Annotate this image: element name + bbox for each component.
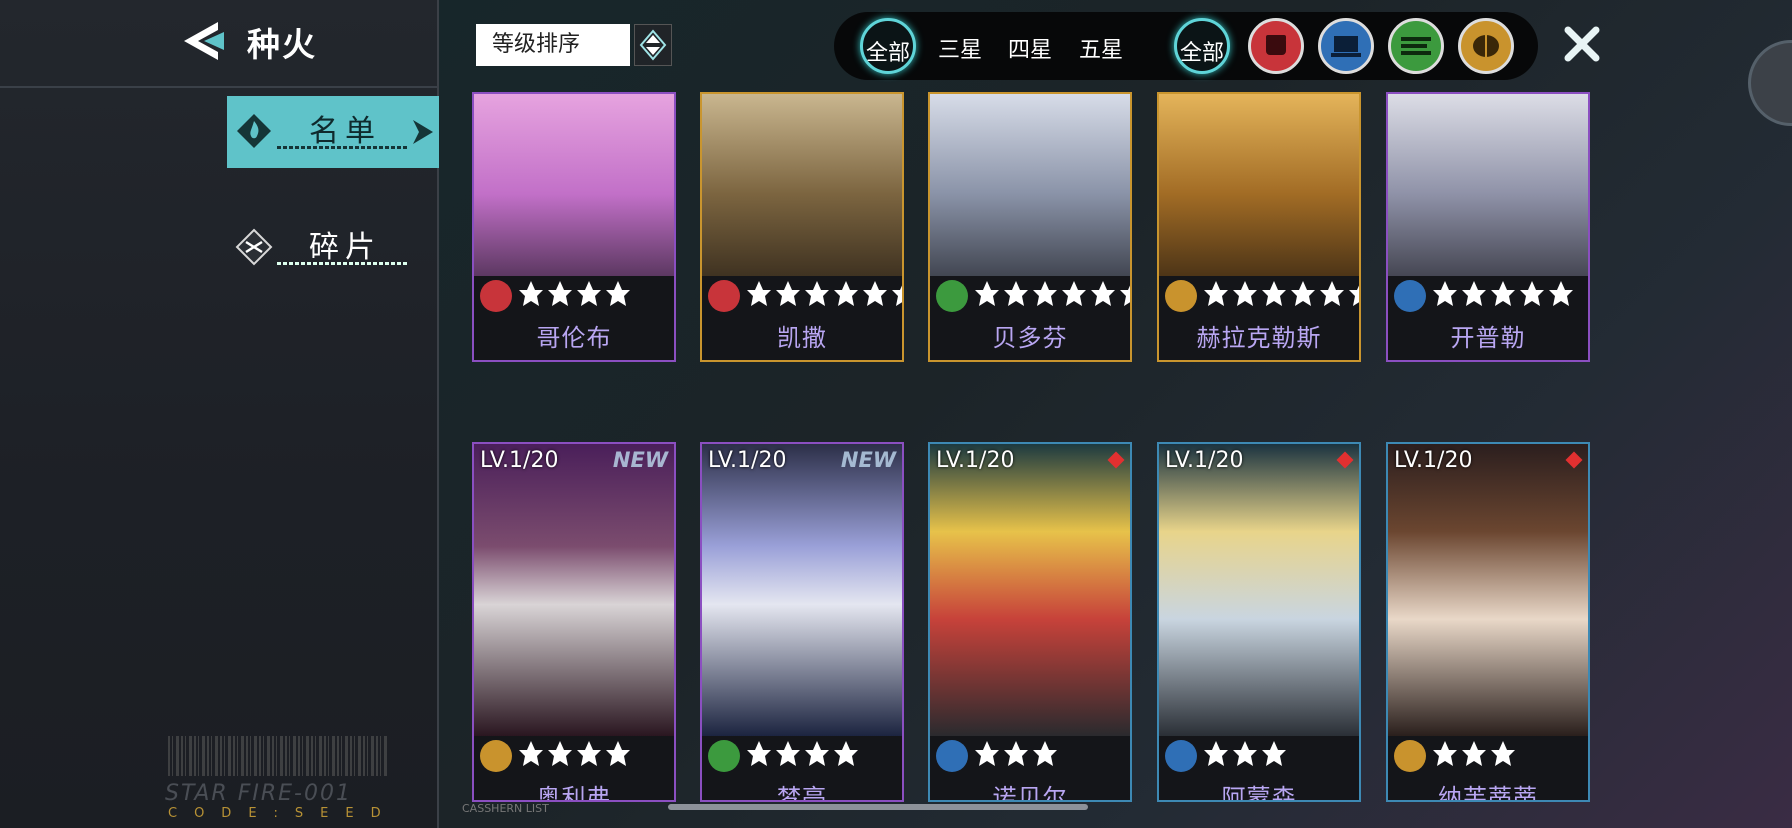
character-card[interactable]: LV.1/20 诺贝尔 [928, 442, 1132, 802]
sort-dropdown[interactable]: 等级排序 [476, 24, 630, 66]
character-card[interactable]: 哥伦布 [472, 92, 676, 362]
filter-bar: 全部 三星 四星 五星 全部 [834, 12, 1538, 80]
barcode [168, 736, 388, 776]
star-rating [518, 740, 631, 770]
character-card[interactable]: LV.1/20 NEW 梦亭 [700, 442, 904, 802]
brain-icon [480, 740, 512, 772]
sidebar-item-fragments[interactable]: 碎片 [227, 212, 447, 284]
speed-icon[interactable] [1388, 18, 1444, 74]
level-label: LV.1/20 [1165, 448, 1244, 473]
rarity-all-filter[interactable]: 全部 [860, 18, 916, 74]
star-rating [1432, 740, 1516, 770]
code-text: STAR FIRE-001 [165, 781, 352, 806]
fist-icon[interactable] [1248, 18, 1304, 74]
character-name: 梦亭 [777, 784, 827, 802]
back-icon[interactable] [178, 18, 228, 64]
brain-icon [1165, 280, 1197, 312]
character-name: 开普勒 [1450, 324, 1526, 352]
character-card[interactable]: 赫拉克勒斯 [1157, 92, 1361, 362]
speed-icon [936, 280, 968, 312]
character-card[interactable]: 开普勒 [1386, 92, 1590, 362]
shards-icon [235, 228, 273, 266]
sidebar-item-label: 名单 [309, 114, 381, 149]
sort-arrows-icon [639, 29, 667, 61]
rarity-3-filter[interactable]: 三星 [938, 32, 982, 64]
label-underline [277, 146, 407, 149]
character-name: 凯撒 [777, 324, 827, 352]
sidebar-item-list[interactable]: 名单 [227, 96, 447, 168]
character-name: 奥利弗 [536, 784, 612, 802]
character-portrait [930, 444, 1130, 736]
flame-icon [237, 114, 271, 148]
character-card[interactable]: 凯撒 [700, 92, 904, 362]
sidebar: 种火 名单 碎片 STAR FIRE-001 CODE:SEED [0, 0, 447, 828]
character-card[interactable]: LV.1/20 阿蒙森 [1157, 442, 1361, 802]
star-rating [1203, 740, 1287, 770]
label-underline [277, 262, 407, 265]
brain-icon [1394, 740, 1426, 772]
character-name: 阿蒙森 [1221, 784, 1297, 802]
rarity-4-filter[interactable]: 四星 [1008, 32, 1052, 64]
speed-icon [708, 740, 740, 772]
character-card[interactable]: LV.1/20 NEW 奥利弗 [472, 442, 676, 802]
star-rating [974, 280, 1130, 310]
brain-icon[interactable] [1458, 18, 1514, 74]
chevron-right-icon [413, 120, 433, 144]
computer-icon [936, 740, 968, 772]
header-divider [0, 86, 437, 88]
class-all-filter[interactable]: 全部 [1174, 18, 1230, 74]
character-card[interactable]: LV.1/20 纳芙蒂蒂 [1386, 442, 1590, 802]
star-rating [974, 740, 1058, 770]
rarity-5-filter[interactable]: 五星 [1079, 32, 1123, 64]
sort-order-toggle[interactable] [634, 24, 672, 66]
character-portrait [702, 444, 902, 736]
sidebar-item-label: 碎片 [309, 230, 381, 265]
computer-icon [1394, 280, 1426, 312]
character-name: 诺贝尔 [992, 784, 1068, 802]
level-label: LV.1/20 [936, 448, 1015, 473]
character-name: 哥伦布 [536, 324, 612, 352]
star-rating [1203, 280, 1359, 310]
character-portrait [1159, 444, 1359, 736]
new-badge: NEW [840, 448, 896, 472]
level-label: LV.1/20 [480, 448, 559, 473]
list-caption: CASSHERN LIST [462, 802, 549, 815]
character-name: 纳芙蒂蒂 [1438, 784, 1538, 802]
character-name: 赫拉克勒斯 [1196, 324, 1322, 352]
level-label: LV.1/20 [1394, 448, 1473, 473]
star-rating [1432, 280, 1574, 310]
close-icon[interactable] [1562, 24, 1602, 64]
page-title: 种火 [247, 25, 317, 64]
level-label: LV.1/20 [708, 448, 787, 473]
fist-icon [708, 280, 740, 312]
new-badge: NEW [612, 448, 668, 472]
computer-icon [1165, 740, 1197, 772]
character-portrait [1388, 444, 1588, 736]
scrollbar[interactable] [668, 804, 1088, 810]
filter-label: 全部 [865, 41, 910, 66]
star-rating [518, 280, 631, 310]
character-name: 贝多芬 [992, 324, 1068, 352]
star-rating [746, 740, 859, 770]
code-sub: CODE:SEED [168, 806, 398, 821]
star-rating [746, 280, 902, 310]
fist-icon [480, 280, 512, 312]
computer-icon[interactable] [1318, 18, 1374, 74]
filter-label: 全部 [1179, 41, 1224, 66]
character-card[interactable]: 贝多芬 [928, 92, 1132, 362]
character-portrait [474, 444, 674, 736]
